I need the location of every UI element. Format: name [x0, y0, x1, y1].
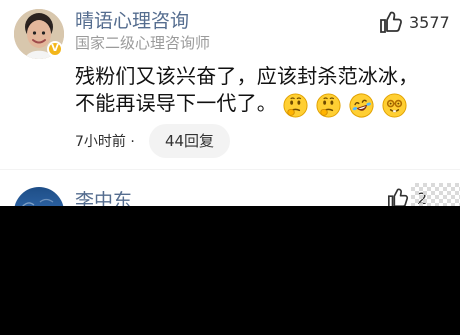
comment-text-line-1: 残粉们又该兴奋了，应该封杀范冰冰，	[75, 64, 419, 88]
rolling-laughing-face-icon	[349, 93, 374, 118]
screen: V 晴语心理咨询 国家二级心理咨询师 3577 残粉们又该兴奋了，应该封杀范冰冰…	[0, 0, 460, 335]
like-count: 3577	[409, 12, 450, 32]
thinking-face-icon	[283, 93, 308, 118]
thumbs-up-icon	[380, 11, 402, 33]
verified-badge-icon: V	[47, 41, 63, 57]
reply-button[interactable]: 44回复	[149, 124, 230, 158]
comments-panel: V 晴语心理咨询 国家二级心理咨询师 3577 残粉们又该兴奋了，应该封杀范冰冰…	[0, 0, 460, 206]
thinking-face-icon	[316, 93, 341, 118]
like-button[interactable]: 3577	[379, 9, 450, 35]
next-user-avatar-image	[22, 198, 54, 206]
comment-item: V 晴语心理咨询 国家二级心理咨询师 3577 残粉们又该兴奋了，应该封杀范冰冰…	[0, 0, 460, 170]
emoji-row	[282, 92, 408, 119]
nerd-face-icon	[382, 93, 407, 118]
next-comment-username[interactable]: 李中东	[75, 190, 132, 206]
next-comment-item: 李中东 2	[0, 170, 460, 206]
comment-user-title: 国家二级心理咨询师	[75, 34, 211, 52]
black-overlay-area	[0, 206, 460, 335]
comment-username[interactable]: 晴语心理咨询	[75, 10, 189, 32]
transparency-checker-artifact	[411, 183, 460, 206]
comment-time: 7小时前 ·	[75, 134, 135, 150]
next-user-avatar[interactable]	[14, 187, 64, 206]
next-thumbs-up-icon[interactable]	[387, 187, 409, 206]
